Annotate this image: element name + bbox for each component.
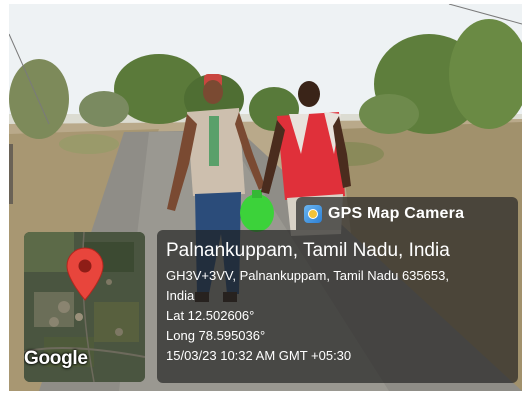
gps-camera-app-icon <box>304 204 322 223</box>
google-attribution: Google <box>24 348 88 369</box>
green-pot <box>240 194 274 232</box>
address-line: GH3V+3VV, Palnankuppam, Tamil Nadu 63565… <box>166 268 449 283</box>
latitude: Lat 12.502606° <box>166 308 255 323</box>
place-title: Palnankuppam, Tamil Nadu, India <box>166 240 450 261</box>
location-pin-icon <box>66 247 104 301</box>
location-info-panel: Palnankuppam, Tamil Nadu, India GH3V+3VV… <box>157 230 518 383</box>
country-line: India <box>166 288 195 303</box>
map-thumbnail: Google <box>24 232 145 382</box>
longitude: Long 78.595036° <box>166 328 266 343</box>
app-name: GPS Map Camera <box>328 204 465 222</box>
timestamp: 15/03/23 10:32 AM GMT +05:30 <box>166 348 352 363</box>
gps-map-camera-badge: GPS Map Camera <box>296 197 518 230</box>
